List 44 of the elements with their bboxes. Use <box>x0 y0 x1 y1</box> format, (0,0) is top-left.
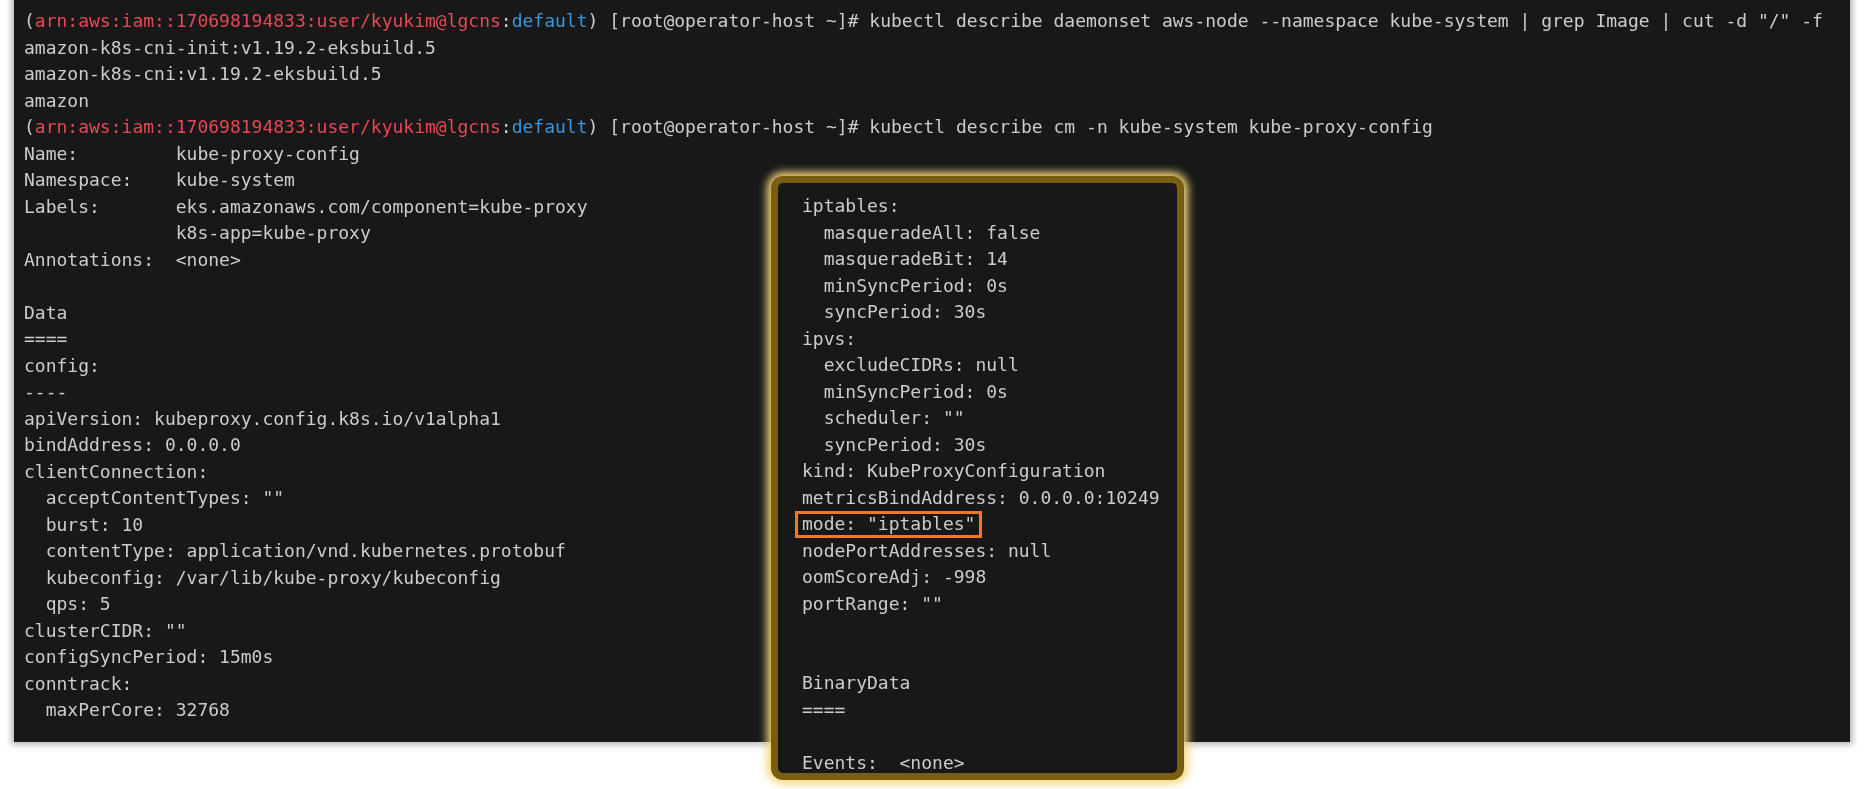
output-line: config: <box>24 353 100 378</box>
output-line: oomScoreAdj: -998 <box>801 565 988 589</box>
output-line: configSyncPeriod: 15m0s <box>24 645 274 669</box>
output-line: nodePortAddresses: null <box>801 538 1053 563</box>
output-line: masqueradeBit: 14 <box>822 247 1009 271</box>
output-line: ---- <box>24 380 68 404</box>
output-line: Annotations: <none> <box>24 247 241 272</box>
output-line: masqueradeAll: false <box>822 220 1042 245</box>
output-line: BinaryData <box>801 671 912 695</box>
output-line: iptables: <box>801 194 901 218</box>
output-line: Labels: eks.amazonaws.com/component=kube-proxy <box>24 194 588 219</box>
output-line: maxPerCore: 32768 <box>44 698 230 722</box>
output-line: clientConnection: <box>24 459 209 484</box>
output-line: kubeconfig: /var/lib/kube-proxy/kubeconfig <box>44 565 501 590</box>
output-line: qps: 5 <box>44 592 111 616</box>
output-line: Name: kube-proxy-config <box>24 141 360 166</box>
output-line: clusterCIDR: "" <box>24 618 187 643</box>
output-line: ipvs: <box>801 326 858 351</box>
output-line: k8s-app=kube-proxy <box>174 221 371 245</box>
output-line: burst: 10 <box>44 512 144 537</box>
output-line: ==== <box>24 327 68 351</box>
prompt-line: (arn:aws:iam::170698194833:user/kyukim@lgcns:default) [root@operator-host ~]# kubectl describe daemonset aws-node --namespace kube-system | grep Image | cut -d "/" -f <box>24 9 1823 33</box>
output-line: metricsBindAddress: 0.0.0.0:10249 <box>801 485 1161 510</box>
output-line: syncPeriod: 30s <box>822 300 988 324</box>
output-line: conntrack: <box>24 671 133 696</box>
output-line: contentType: application/vnd.kubernetes.protobuf <box>44 539 566 563</box>
output-line: portRange: "" <box>801 591 944 616</box>
output-line: ==== <box>801 697 847 722</box>
output-line: syncPeriod: 30s <box>822 432 988 457</box>
output-line: bindAddress: 0.0.0.0 <box>24 433 241 457</box>
output-line: Namespace: kube-system <box>24 168 295 192</box>
output-line: amazon <box>24 88 90 113</box>
output-line: Data <box>24 300 68 325</box>
output-line: minSyncPeriod: 0s <box>822 379 1009 404</box>
output-line: acceptContentTypes: "" <box>44 486 285 510</box>
output-line: excludeCIDRs: null <box>822 353 1020 377</box>
output-line: amazon-k8s-cni:v1.19.2-eksbuild.5 <box>24 62 382 86</box>
output-line: apiVersion: kubeproxy.config.k8s.io/v1alpha1 <box>24 406 501 431</box>
output-line: amazon-k8s-cni-init:v1.19.2-eksbuild.5 <box>24 35 436 60</box>
prompt-line: (arn:aws:iam::170698194833:user/kyukim@lgcns:default) [root@operator-host ~]# kubectl describe cm -n kube-system kube-proxy-config <box>24 115 1433 139</box>
output-line: Events: <none> <box>801 750 966 775</box>
output-line: scheduler: "" <box>822 406 966 430</box>
output-line: minSyncPeriod: 0s <box>822 273 1009 298</box>
output-line: kind: KubeProxyConfiguration <box>801 459 1107 483</box>
